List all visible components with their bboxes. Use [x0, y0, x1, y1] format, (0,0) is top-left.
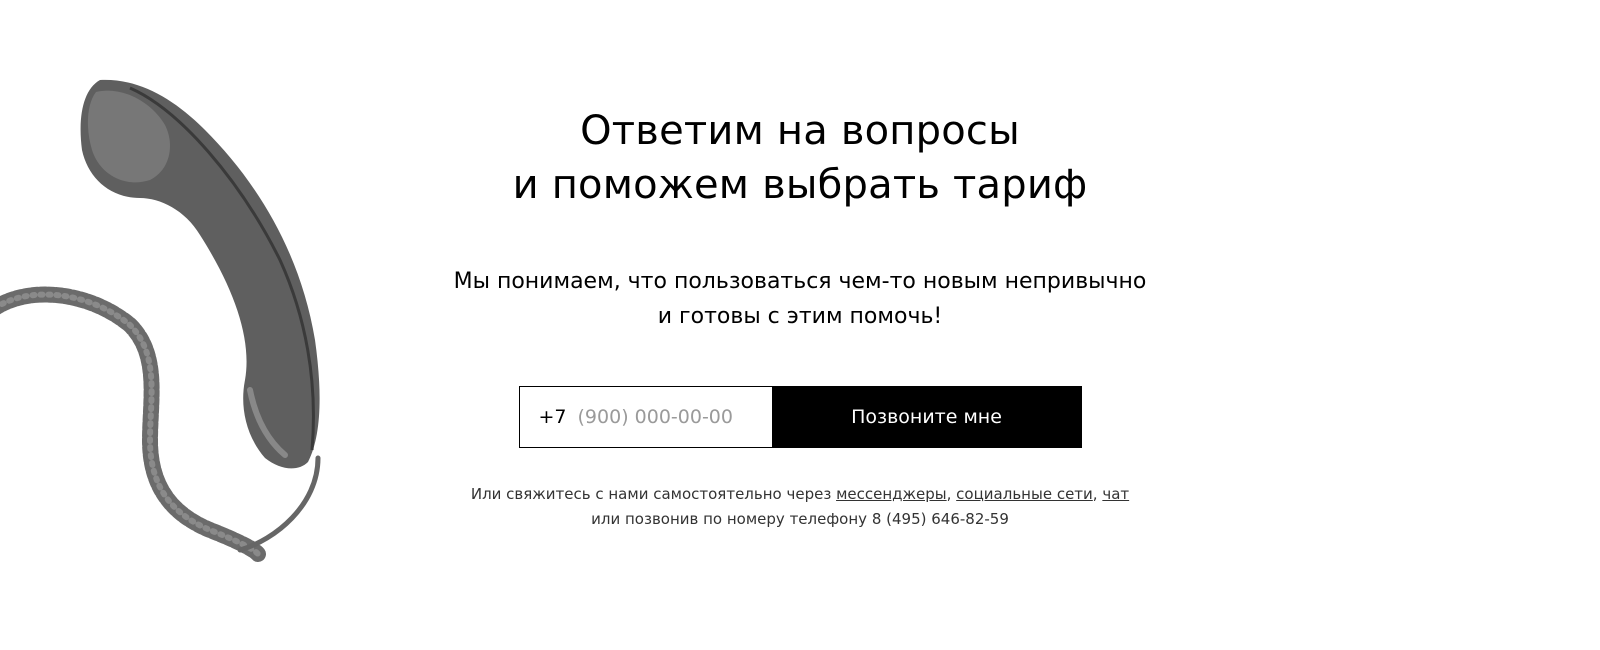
phone-field[interactable]: +7 — [518, 386, 772, 448]
contacts-intro: Или свяжитесь с нами самостоятельно чере… — [470, 485, 837, 503]
page-title: Ответим на вопросы и поможем выбрать тар… — [0, 104, 1600, 212]
alternative-contacts: Или свяжитесь с нами самостоятельно чере… — [0, 482, 1600, 532]
contacts-separator: , — [946, 485, 957, 503]
title-line-1: Ответим на вопросы — [580, 108, 1020, 154]
call-me-button[interactable]: Позвоните мне — [771, 386, 1082, 448]
phone-intro: или позвонив по номеру телефону — [591, 510, 872, 528]
subtitle: Мы понимаем, что пользоваться чем-то нов… — [0, 264, 1600, 334]
phone-input[interactable] — [577, 406, 748, 428]
title-line-2: и поможем выбрать тариф — [512, 162, 1088, 208]
subtitle-line-1: Мы понимаем, что пользоваться чем-то нов… — [453, 269, 1147, 294]
messengers-link[interactable]: мессенджеры — [836, 485, 947, 503]
subtitle-line-2: и готовы с этим помочь! — [657, 304, 943, 329]
callback-section: Ответим на вопросы и поможем выбрать тар… — [0, 0, 1600, 650]
support-phone-number: 8 (495) 646-82-59 — [871, 510, 1009, 528]
contacts-separator: , — [1092, 485, 1103, 503]
callback-form: +7 Позвоните мне — [518, 386, 1082, 448]
social-networks-link[interactable]: социальные сети — [956, 485, 1093, 503]
callback-content: Ответим на вопросы и поможем выбрать тар… — [0, 104, 1600, 532]
contacts-line-2: или позвонив по номеру телефону 8 (495) … — [0, 507, 1600, 532]
chat-link[interactable]: чат — [1102, 485, 1129, 503]
contacts-line-1: Или свяжитесь с нами самостоятельно чере… — [0, 482, 1600, 507]
country-code: +7 — [538, 406, 567, 428]
